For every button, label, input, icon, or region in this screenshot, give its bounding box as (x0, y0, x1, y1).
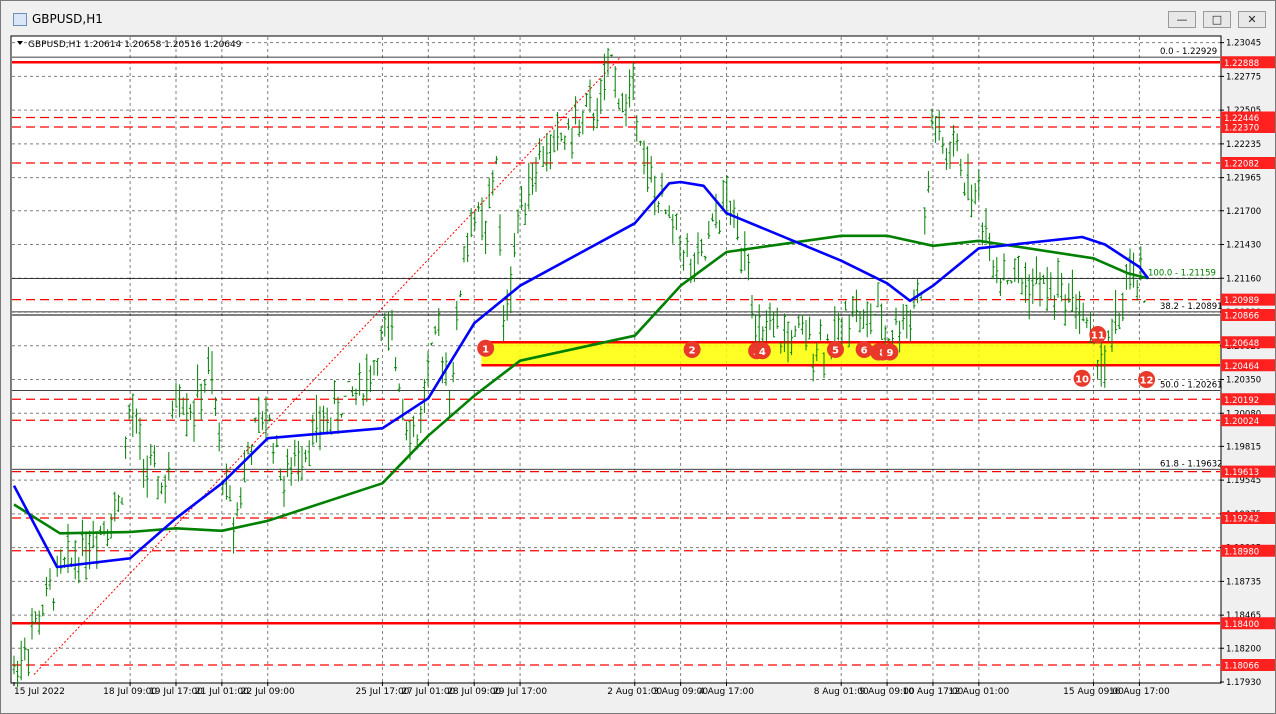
touch-marker-label: 12 (1140, 376, 1154, 387)
x-tick-label: 29 Jul 17:00 (493, 687, 547, 697)
y-tick-label: 1.21160 (1226, 274, 1261, 284)
price-label: 1.22888 (1224, 59, 1259, 69)
y-tick-label: 1.23045 (1226, 39, 1261, 49)
price-label: 1.20192 (1224, 396, 1259, 406)
touch-marker-label: 4 (759, 347, 766, 358)
x-tick-label: 16 Aug 17:00 (1109, 687, 1170, 697)
price-label: 1.20866 (1224, 312, 1259, 322)
y-tick-label: 1.21700 (1226, 207, 1261, 217)
price-label: 1.22082 (1224, 160, 1259, 170)
price-label: 1.20989 (1224, 296, 1259, 306)
touch-marker-label: 5 (832, 346, 839, 357)
price-label: 1.20024 (1224, 417, 1259, 427)
price-label: 1.18980 (1224, 547, 1259, 557)
price-label: 1.20464 (1224, 362, 1259, 372)
price-label: 1.18066 (1224, 662, 1259, 672)
fib-label: 38.2 - 1.20891 (1160, 302, 1223, 312)
y-tick-label: 1.21430 (1226, 241, 1261, 251)
y-tick-label: 1.19815 (1226, 442, 1261, 452)
y-tick-label: 1.17930 (1226, 678, 1261, 688)
price-label: 1.20648 (1224, 339, 1259, 349)
fib-label: 100.0 - 1.21159 (1148, 268, 1216, 278)
x-tick-label: 4 Aug 17:00 (699, 687, 754, 697)
y-tick-label: 1.18200 (1226, 644, 1261, 654)
price-label: 1.19613 (1224, 468, 1259, 478)
touch-marker-label: 1 (482, 344, 489, 355)
y-tick-label: 1.22235 (1226, 140, 1261, 150)
touch-marker-label: 6 (861, 346, 868, 357)
x-tick-label: 12 Aug 01:00 (948, 687, 1009, 697)
chart-header-text: GBPUSD,H1 1.20614 1.20658 1.20516 1.2064… (28, 40, 242, 50)
y-axis: 1.230451.227751.225051.222351.219651.217… (1220, 39, 1275, 688)
price-label: 1.19242 (1224, 515, 1259, 525)
y-tick-label: 1.21965 (1226, 174, 1261, 184)
chart-header: GBPUSD,H1 1.20614 1.20658 1.20516 1.2064… (17, 40, 242, 50)
x-tick-label: 22 Jul 09:00 (241, 687, 295, 697)
price-label: 1.22370 (1224, 124, 1259, 134)
x-axis: 15 Jul 2022 18 Jul 09:0019 Jul 17:0021 Ju… (13, 682, 1170, 697)
fib-label: 61.8 - 1.19632 (1160, 459, 1223, 469)
fib-label: 50.0 - 1.20261 (1160, 381, 1223, 391)
y-tick-label: 1.18735 (1226, 577, 1261, 587)
touch-marker-label: 11 (1091, 331, 1105, 342)
fib-label: 0.0 - 1.22929 (1160, 47, 1217, 57)
price-label: 1.18400 (1224, 620, 1259, 630)
y-tick-label: 1.20350 (1226, 376, 1261, 386)
touch-marker-label: 9 (886, 348, 893, 359)
price-chart[interactable]: 123456789101112 0.0 - 1.22929100.0 - 1.2… (0, 0, 1276, 714)
touch-marker-label: 2 (689, 346, 696, 357)
touch-marker-label: 10 (1075, 374, 1089, 385)
y-tick-label: 1.22775 (1226, 72, 1261, 82)
x-tick-label: 15 Jul 2022 (14, 687, 65, 697)
